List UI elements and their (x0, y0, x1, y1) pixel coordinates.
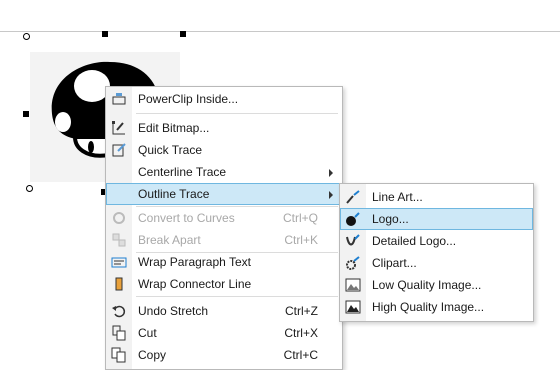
submenu-item-label: Low Quality Image... (372, 278, 482, 292)
menu-item-wrap-connector-line[interactable]: Wrap Connector Line (106, 273, 342, 295)
line-art-icon (345, 189, 361, 205)
menu-item-label: Undo Stretch (138, 304, 209, 318)
menu-item-undo-stretch[interactable]: Undo Stretch Ctrl+Z (106, 300, 342, 322)
submenu-item-label: Line Art... (372, 190, 423, 204)
submenu-arrow-icon (329, 169, 333, 177)
submenu-item-detailed-logo[interactable]: Detailed Logo... (340, 230, 533, 252)
wrap-connector-icon (111, 276, 127, 292)
menu-item-centerline-trace[interactable]: Centerline Trace (106, 161, 342, 183)
wrap-paragraph-icon (111, 254, 127, 270)
submenu-item-clipart[interactable]: Clipart... (340, 252, 533, 274)
menu-item-outline-trace[interactable]: Outline Trace (106, 183, 342, 205)
selection-handle-left[interactable] (23, 111, 29, 117)
menu-item-label: Wrap Connector Line (138, 277, 252, 291)
selection-handle-top[interactable] (102, 31, 108, 37)
menu-item-label: Break Apart (138, 233, 201, 247)
menu-item-break-apart[interactable]: Break Apart Ctrl+K (106, 229, 342, 251)
submenu-item-label: High Quality Image... (372, 300, 485, 314)
menu-item-copy[interactable]: Copy Ctrl+C (106, 344, 342, 366)
menu-item-label: PowerClip Inside... (138, 92, 239, 106)
selection-handle-top-right[interactable] (180, 31, 186, 37)
high-quality-image-icon (345, 299, 361, 315)
break-apart-icon (111, 232, 127, 248)
menu-item-shortcut: Ctrl+Q (282, 211, 318, 225)
menu-item-shortcut: Ctrl+X (284, 326, 318, 340)
menu-item-label: Wrap Paragraph Text (138, 255, 251, 269)
menu-item-label: Cut (138, 326, 157, 340)
context-menu: PowerClip Inside... Edit Bitmap... Quick… (105, 86, 343, 370)
clipart-icon (345, 255, 361, 271)
menu-item-label: Quick Trace (138, 143, 203, 157)
menu-item-label: Outline Trace (138, 187, 210, 201)
submenu-item-label: Clipart... (372, 256, 417, 270)
cut-icon (111, 325, 127, 341)
detailed-logo-icon (345, 233, 361, 249)
submenu-item-label: Detailed Logo... (372, 234, 457, 248)
menu-item-shortcut: Ctrl+Z (285, 304, 318, 318)
menu-item-edit-bitmap[interactable]: Edit Bitmap... (106, 117, 342, 139)
quick-trace-icon (111, 142, 127, 158)
submenu-item-high-quality-image[interactable]: High Quality Image... (340, 296, 533, 318)
convert-curves-icon (111, 210, 127, 226)
submenu-item-logo[interactable]: Logo... (340, 208, 533, 230)
submenu-arrow-icon (329, 191, 333, 199)
menu-item-shortcut: Ctrl+K (284, 233, 318, 247)
menu-item-label: Centerline Trace (138, 165, 227, 179)
undo-icon (111, 303, 127, 319)
selection-handle-top-left[interactable] (23, 33, 30, 40)
powerclip-icon (111, 91, 127, 107)
outline-trace-submenu: Line Art... Logo... Detailed Logo... Cli… (339, 183, 534, 322)
menu-item-cut[interactable]: Cut Ctrl+X (106, 322, 342, 344)
low-quality-image-icon (345, 277, 361, 293)
menu-item-label: Convert to Curves (138, 211, 235, 225)
menu-item-convert-to-curves[interactable]: Convert to Curves Ctrl+Q (106, 207, 342, 229)
menu-item-quick-trace[interactable]: Quick Trace (106, 139, 342, 161)
logo-icon (345, 211, 361, 227)
copy-icon (111, 347, 127, 363)
submenu-item-line-art[interactable]: Line Art... (340, 186, 533, 208)
menu-separator (136, 113, 338, 114)
edit-bitmap-icon (111, 120, 127, 136)
guideline (0, 31, 560, 32)
menu-item-powerclip-inside[interactable]: PowerClip Inside... (106, 88, 342, 110)
selection-handle-bottom-left[interactable] (26, 185, 33, 192)
menu-separator (136, 296, 338, 297)
submenu-item-label: Logo... (372, 212, 409, 226)
menu-item-label: Edit Bitmap... (138, 121, 210, 135)
menu-item-shortcut: Ctrl+C (283, 348, 318, 362)
submenu-item-low-quality-image[interactable]: Low Quality Image... (340, 274, 533, 296)
menu-item-label: Copy (138, 348, 167, 362)
menu-item-wrap-paragraph-text[interactable]: Wrap Paragraph Text (106, 251, 342, 273)
